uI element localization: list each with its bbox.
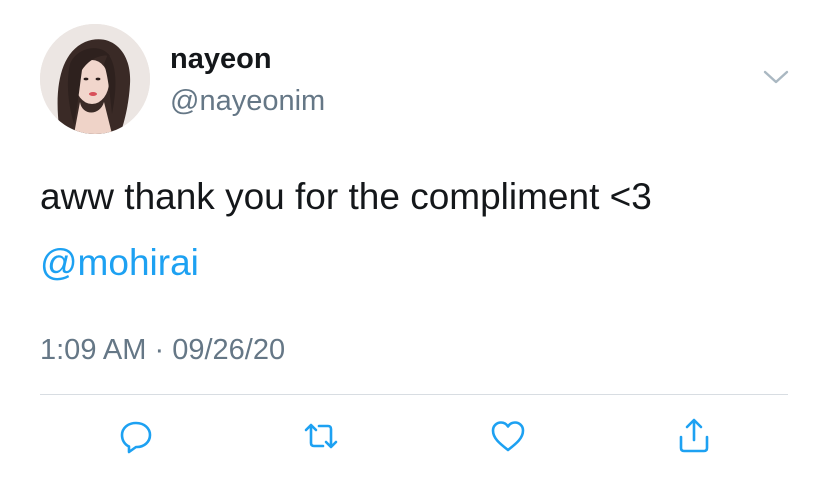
share-button[interactable] <box>672 414 716 458</box>
avatar[interactable] <box>40 24 150 134</box>
reply-icon <box>120 421 152 454</box>
share-icon <box>679 418 709 453</box>
like-button[interactable] <box>486 414 530 458</box>
reply-button[interactable] <box>114 414 158 458</box>
display-name[interactable]: nayeon <box>170 42 272 76</box>
tweet-text: aww thank you for the compliment <3 <box>40 176 652 217</box>
chevron-down-icon[interactable] <box>762 66 790 88</box>
heart-icon <box>491 421 525 452</box>
tweet-timestamp[interactable]: 1:09 AM · 09/26/20 <box>40 330 285 370</box>
tweet-date: 09/26/20 <box>172 334 286 366</box>
retweet-icon <box>304 423 338 449</box>
avatar-photo <box>40 24 150 134</box>
tweet-card: nayeon @nayeonim aww thank you for the c… <box>0 0 828 482</box>
tweet-actions <box>0 414 828 458</box>
user-handle[interactable]: @nayeonim <box>170 84 325 118</box>
mention-link[interactable]: @mohirai <box>40 238 199 288</box>
meta-separator: · <box>154 334 165 366</box>
divider <box>40 394 788 395</box>
retweet-button[interactable] <box>299 414 343 458</box>
tweet-time: 1:09 AM <box>40 334 147 366</box>
